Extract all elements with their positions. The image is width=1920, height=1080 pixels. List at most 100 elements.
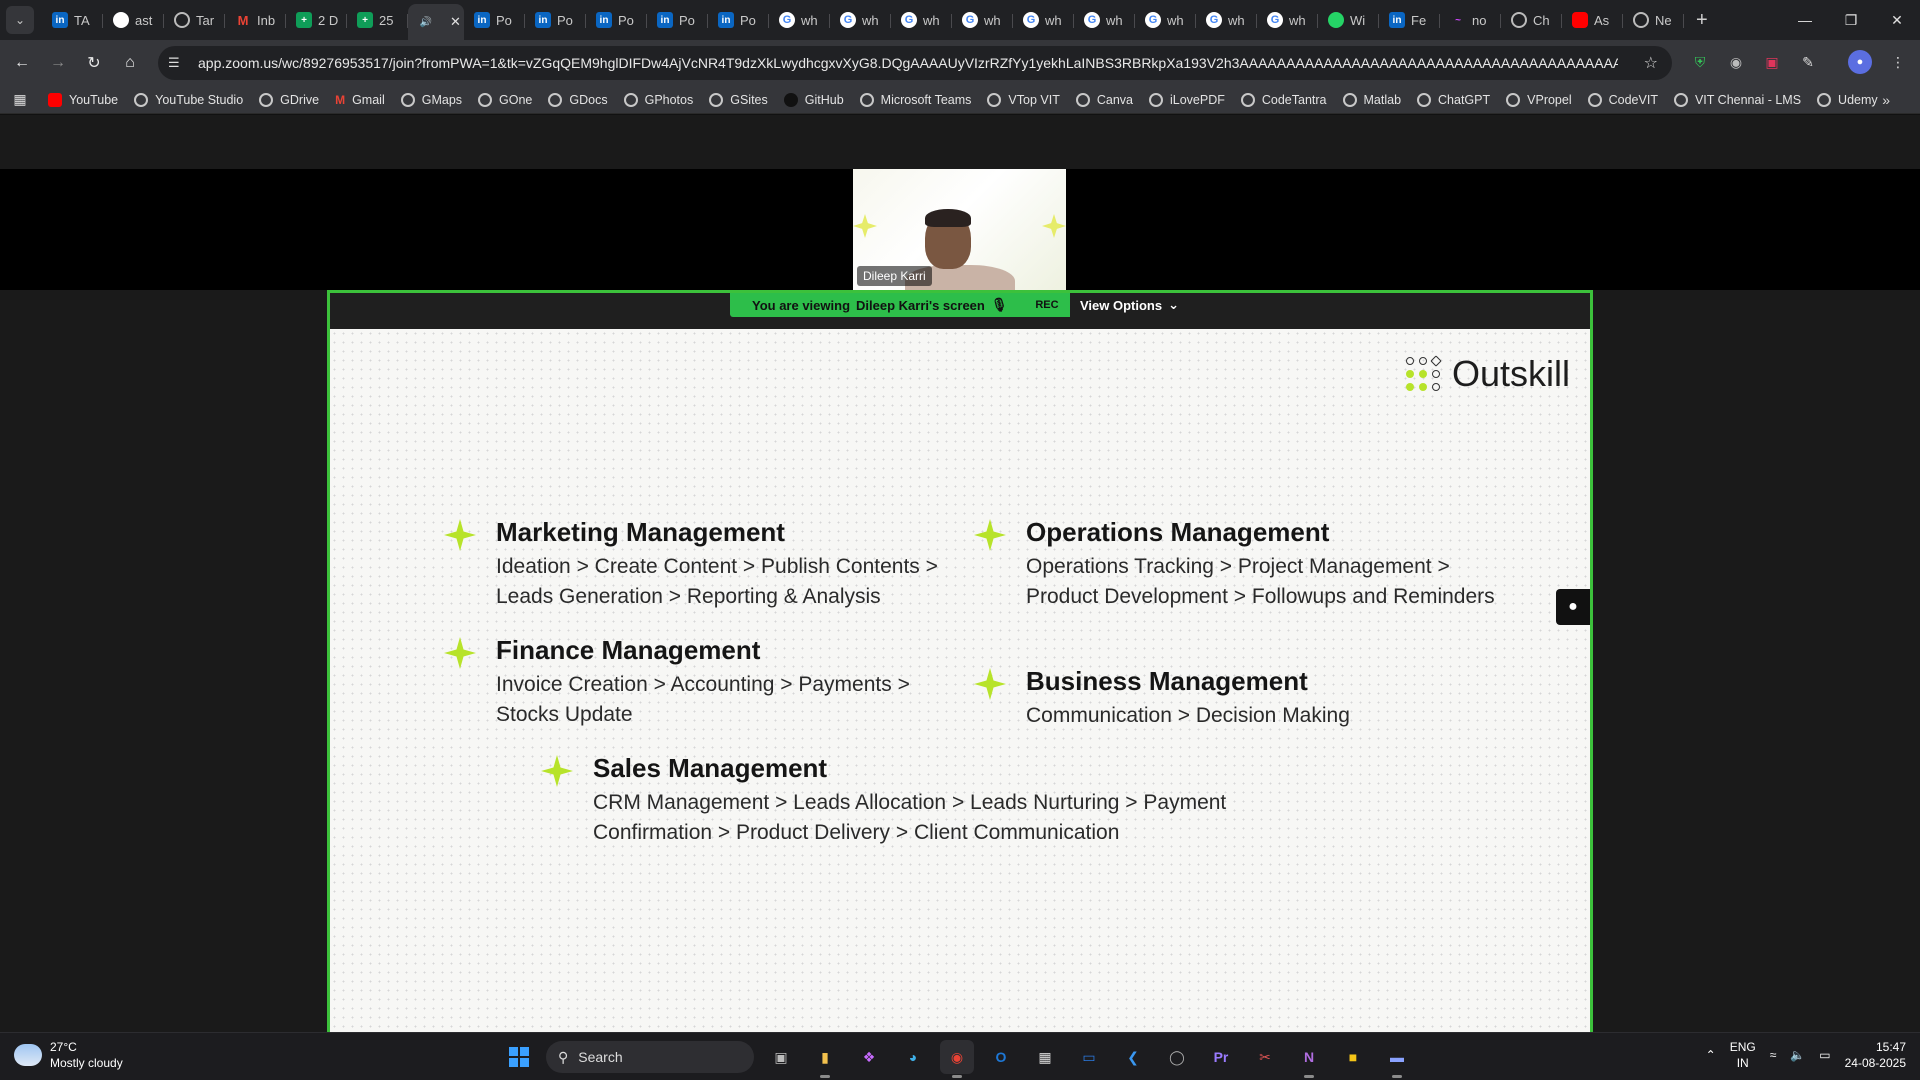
reload-icon[interactable]: ↻ bbox=[76, 45, 112, 81]
show-hidden-icons-icon[interactable]: ⌃ bbox=[1706, 1048, 1716, 1062]
browser-tab[interactable]: Tar bbox=[164, 4, 225, 36]
home-icon[interactable]: ⌂ bbox=[112, 45, 148, 81]
pocket-extension-icon[interactable]: ▣ bbox=[1760, 50, 1784, 74]
bookmark-item[interactable]: Microsoft Teams bbox=[852, 92, 980, 107]
premiere-icon[interactable]: Pr bbox=[1204, 1040, 1238, 1074]
apps-grid-icon[interactable]: ▦ bbox=[0, 91, 40, 108]
close-window-icon[interactable]: ✕ bbox=[1874, 0, 1920, 40]
browser-tab[interactable]: ~ no bbox=[1440, 4, 1501, 36]
vscode-icon[interactable]: ❮ bbox=[1116, 1040, 1150, 1074]
bookmark-item[interactable]: ChatGPT bbox=[1409, 92, 1498, 107]
bookmark-item[interactable]: Matlab bbox=[1335, 92, 1410, 107]
bookmark-item[interactable]: M Gmail bbox=[327, 93, 393, 107]
forward-icon[interactable]: → bbox=[40, 45, 76, 81]
browser-tab[interactable]: in Po bbox=[586, 4, 647, 36]
site-info-icon[interactable]: ☰ bbox=[168, 55, 194, 71]
shield-extension-icon[interactable]: ⛨ bbox=[1688, 50, 1712, 74]
browser-tab[interactable]: Gwh bbox=[1074, 4, 1135, 36]
chrome-icon[interactable]: ◉ bbox=[940, 1040, 974, 1078]
sticky-notes-icon[interactable]: ■ bbox=[1336, 1040, 1370, 1074]
browser-tab[interactable]: +2 D bbox=[286, 4, 347, 36]
language-indicator[interactable]: ENG IN bbox=[1730, 1039, 1756, 1071]
participant-video[interactable]: Dileep Karri bbox=[853, 169, 1066, 290]
slide-block-sales: Sales Management CRM Management > Leads … bbox=[541, 753, 1283, 848]
browser-tab[interactable]: in Po bbox=[464, 4, 525, 36]
bookmark-item[interactable]: VPropel bbox=[1498, 92, 1579, 107]
snipping-tool-icon[interactable]: ✂ bbox=[1248, 1040, 1282, 1074]
bookmark-item[interactable]: iLovePDF bbox=[1141, 92, 1233, 107]
browser-tab[interactable]: ast bbox=[103, 4, 164, 36]
bookmark-item[interactable]: CodeVIT bbox=[1580, 92, 1666, 107]
tab-search-button[interactable]: ⌄ bbox=[6, 6, 34, 34]
bookmark-item[interactable]: VTop VIT bbox=[979, 92, 1067, 107]
extensions-icon[interactable]: ✎ bbox=[1796, 50, 1820, 74]
browser-tab[interactable]: Gwh bbox=[1196, 4, 1257, 36]
minimize-icon[interactable]: — bbox=[1782, 0, 1828, 40]
word-app-icon[interactable]: ▭ bbox=[1072, 1040, 1106, 1074]
block-title: Operations Management bbox=[1026, 517, 1330, 547]
wifi-icon[interactable]: ≈ bbox=[1770, 1048, 1777, 1062]
globe-icon bbox=[548, 92, 563, 107]
bookmark-item[interactable]: GDocs bbox=[540, 92, 615, 107]
bookmark-item[interactable]: GSites bbox=[701, 92, 776, 107]
bookmark-item[interactable]: Udemy bbox=[1809, 92, 1886, 107]
browser-tab[interactable]: As bbox=[1562, 4, 1623, 36]
edge-icon[interactable]: ◕ bbox=[896, 1040, 930, 1074]
bookmark-item[interactable]: VIT Chennai - LMS bbox=[1666, 92, 1809, 107]
browser-tab[interactable]: Ch bbox=[1501, 4, 1562, 36]
back-icon[interactable]: ← bbox=[4, 45, 40, 81]
browser-tab[interactable]: Gwh bbox=[1013, 4, 1074, 36]
browser-tab[interactable]: Wi bbox=[1318, 4, 1379, 36]
task-view-icon[interactable]: ▣ bbox=[764, 1040, 798, 1074]
bookmark-item[interactable]: GPhotos bbox=[616, 92, 702, 107]
browser-tab[interactable]: in TA bbox=[42, 4, 103, 36]
new-tab-icon[interactable]: + bbox=[1696, 9, 1708, 32]
bookmark-item[interactable]: GDrive bbox=[251, 92, 327, 107]
volume-icon[interactable]: 🔈 bbox=[1790, 1048, 1805, 1062]
battery-icon[interactable]: ▭ bbox=[1819, 1048, 1830, 1062]
bookmark-item[interactable]: YouTube Studio bbox=[126, 92, 251, 107]
more-bookmarks-icon[interactable]: » bbox=[1882, 92, 1890, 108]
browser-tab[interactable]: M Inb bbox=[225, 4, 286, 36]
browser-tab[interactable]: in Po bbox=[525, 4, 586, 36]
view-options-button[interactable]: View Options ⌄ bbox=[1070, 293, 1190, 317]
outlook-icon[interactable]: O bbox=[984, 1040, 1018, 1074]
bookmark-item[interactable]: GitHub bbox=[776, 92, 852, 107]
bookmark-item[interactable]: Canva bbox=[1068, 92, 1141, 107]
store-icon[interactable]: ▦ bbox=[1028, 1040, 1062, 1074]
onenote-icon[interactable]: N bbox=[1292, 1040, 1326, 1078]
bookmark-item[interactable]: CodeTantra bbox=[1233, 92, 1335, 107]
bookmark-item[interactable]: GMaps bbox=[393, 92, 470, 107]
app-window-icon[interactable]: ▬ bbox=[1380, 1040, 1414, 1078]
browser-tab[interactable]: Gwh bbox=[1257, 4, 1318, 36]
side-panel-toggle-icon[interactable]: ● bbox=[1556, 589, 1590, 625]
browser-tab[interactable]: Gwh bbox=[1135, 4, 1196, 36]
browser-tab[interactable]: Gwh bbox=[891, 4, 952, 36]
browser-tab[interactable]: in Po bbox=[647, 4, 708, 36]
restore-icon[interactable]: ❐ bbox=[1828, 0, 1874, 40]
browser-tab[interactable]: in Fe bbox=[1379, 4, 1440, 36]
globe-icon bbox=[859, 92, 874, 107]
browser-tab[interactable]: Gwh bbox=[952, 4, 1013, 36]
weather-widget[interactable]: 27°C Mostly cloudy bbox=[14, 1039, 123, 1071]
camera-extension-icon[interactable]: ◉ bbox=[1724, 50, 1748, 74]
close-tab-icon[interactable]: ✕ bbox=[450, 14, 461, 30]
browser-tab[interactable]: in Po bbox=[708, 4, 769, 36]
profile-avatar[interactable]: ● bbox=[1848, 50, 1872, 74]
file-explorer-icon[interactable]: ▮ bbox=[808, 1040, 842, 1078]
bookmark-star-icon[interactable]: ☆ bbox=[1644, 53, 1658, 73]
browser-tab[interactable]: Gwh bbox=[830, 4, 891, 36]
windows-start-icon[interactable] bbox=[502, 1040, 536, 1074]
browser-tab[interactable]: Ne bbox=[1623, 4, 1684, 36]
address-bar[interactable]: ☰ app.zoom.us/wc/89276953517/join?fromPW… bbox=[158, 46, 1672, 80]
taskbar-search[interactable]: ⚲ Search bbox=[546, 1041, 754, 1073]
bookmark-item[interactable]: YouTube bbox=[40, 92, 126, 107]
obs-icon[interactable]: ◯ bbox=[1160, 1040, 1194, 1074]
bookmark-item[interactable]: GOne bbox=[470, 92, 540, 107]
browser-tab[interactable]: +25 bbox=[347, 4, 408, 36]
clock[interactable]: 15:47 24-08-2025 bbox=[1845, 1039, 1906, 1071]
copilot-icon[interactable]: ❖ bbox=[852, 1040, 886, 1074]
menu-dots-icon[interactable]: ⋮ bbox=[1886, 50, 1910, 74]
browser-tab[interactable]: Gwh bbox=[769, 4, 830, 36]
browser-tab[interactable]: 🔊 ✕ bbox=[408, 4, 464, 40]
